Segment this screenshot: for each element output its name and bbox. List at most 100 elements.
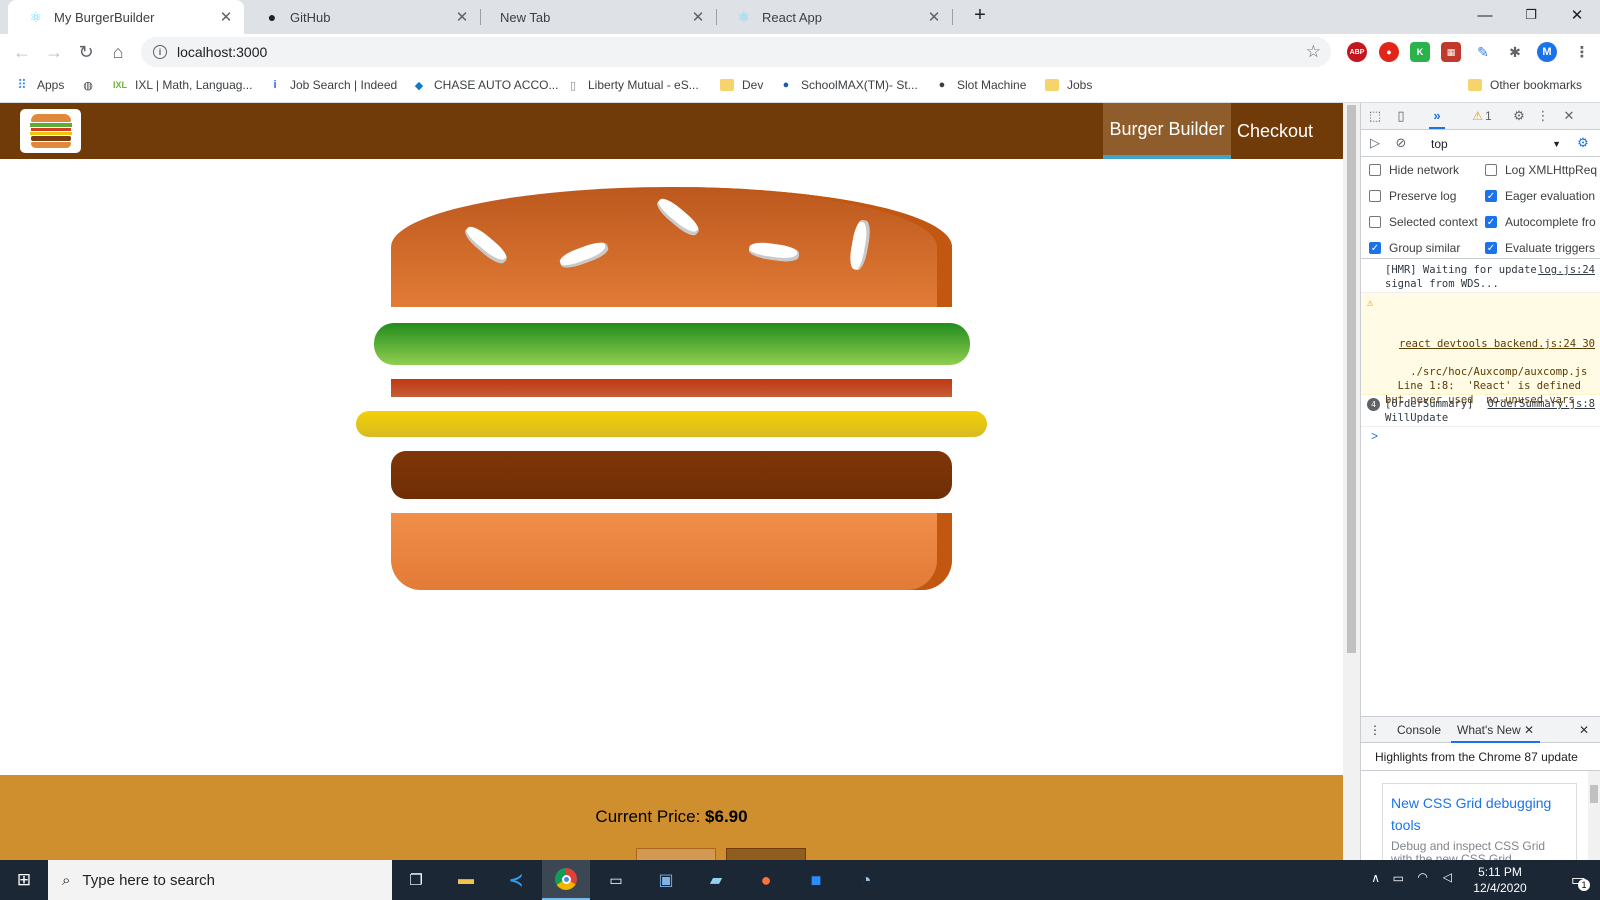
bookmark-apps[interactable]: ⠿ Apps bbox=[15, 77, 64, 92]
tab-my-burgerbuilder[interactable]: ⚛ My BurgerBuilder ✕ bbox=[8, 0, 244, 34]
option-evaluate-triggers[interactable]: ✓ Evaluate triggers bbox=[1485, 241, 1595, 255]
card-title[interactable]: New CSS Grid debugging tools bbox=[1391, 792, 1568, 836]
source-link[interactable]: OrderSummary.js:8 bbox=[1488, 397, 1595, 411]
wifi-icon[interactable]: ◠ bbox=[1418, 870, 1428, 884]
forward-arrow-icon[interactable]: → bbox=[40, 38, 68, 66]
close-tab-icon[interactable]: ✕ bbox=[1524, 723, 1534, 737]
reload-icon[interactable]: ↻ bbox=[72, 38, 100, 66]
checkbox[interactable] bbox=[1369, 190, 1381, 202]
close-window-icon[interactable]: ✕ bbox=[1554, 0, 1600, 30]
bookmark-indeed[interactable]: i Job Search | Indeed bbox=[268, 78, 397, 92]
taskbar-search[interactable]: ⌕ Type here to search bbox=[48, 860, 392, 900]
whats-new-card[interactable]: New CSS Grid debugging tools Debug and i… bbox=[1382, 783, 1577, 860]
bookmark-folder-jobs[interactable]: Jobs bbox=[1045, 78, 1092, 92]
drawer-tab-console[interactable]: Console bbox=[1389, 717, 1449, 743]
option-log-xhr[interactable]: Log XMLHttpReq bbox=[1485, 163, 1597, 177]
close-tab-icon[interactable]: ✕ bbox=[218, 8, 234, 26]
more-button[interactable] bbox=[726, 848, 806, 860]
devtools-menu-icon[interactable]: ⋮ bbox=[1535, 108, 1551, 124]
warning-badge[interactable]: ⚠ 1 bbox=[1469, 108, 1495, 124]
task-view-icon[interactable]: ❐ bbox=[392, 860, 440, 900]
zoom-icon[interactable]: ■ bbox=[792, 860, 840, 900]
checkbox[interactable] bbox=[1369, 216, 1381, 228]
drawer-tab-whats-new[interactable]: What's New ✕ bbox=[1451, 717, 1541, 743]
option-selected-context[interactable]: Selected context bbox=[1369, 215, 1478, 229]
profile-avatar[interactable]: M bbox=[1537, 42, 1557, 62]
scrollbar-thumb[interactable] bbox=[1347, 105, 1356, 653]
firefox-icon[interactable]: ● bbox=[742, 860, 790, 900]
tab-github[interactable]: ● GitHub ✕ bbox=[244, 0, 480, 34]
file-explorer-icon[interactable]: ▬ bbox=[442, 860, 490, 900]
bookmark-schoolmax[interactable]: ● SchoolMAX(TM)- St... bbox=[779, 78, 918, 92]
terminal-icon[interactable]: ▭ bbox=[592, 860, 640, 900]
checkbox[interactable] bbox=[1485, 164, 1497, 176]
chevron-up-icon[interactable]: ∧ bbox=[1371, 871, 1380, 885]
option-preserve-log[interactable]: Preserve log bbox=[1369, 189, 1456, 203]
option-eager-evaluation[interactable]: ✓ Eager evaluation bbox=[1485, 189, 1595, 203]
nav-checkout[interactable]: Checkout bbox=[1231, 103, 1319, 159]
close-tab-icon[interactable]: ✕ bbox=[454, 8, 470, 26]
home-icon[interactable]: ⌂ bbox=[104, 38, 132, 66]
bookmark-ixl[interactable]: IXL IXL | Math, Languag... bbox=[113, 78, 252, 92]
burger-logo[interactable] bbox=[20, 109, 81, 153]
console-prompt[interactable]: > bbox=[1371, 429, 1378, 443]
option-hide-network[interactable]: Hide network bbox=[1369, 163, 1459, 177]
extension-red-icon[interactable]: ● bbox=[1379, 42, 1399, 62]
checkbox[interactable]: ✓ bbox=[1485, 190, 1497, 202]
clock[interactable]: 5:11 PM 12/4/2020 bbox=[1460, 864, 1540, 896]
inspect-element-icon[interactable]: ⬚ bbox=[1367, 108, 1383, 124]
bookmark-globe[interactable]: ◍ bbox=[81, 78, 103, 92]
checkbox[interactable]: ✓ bbox=[1369, 242, 1381, 254]
drawer-menu-icon[interactable]: ⋮ bbox=[1369, 717, 1381, 743]
bookmark-chase[interactable]: ◆ CHASE AUTO ACCO... bbox=[412, 78, 559, 92]
paint-icon[interactable]: ◔ bbox=[842, 860, 890, 900]
adblock-icon[interactable]: ABP bbox=[1347, 42, 1367, 62]
source-link[interactable]: log.js:24 bbox=[1538, 263, 1595, 277]
more-tabs-icon[interactable]: » bbox=[1429, 103, 1445, 129]
minimize-icon[interactable]: — bbox=[1462, 0, 1508, 30]
bookmark-star-icon[interactable]: ☆ bbox=[1306, 42, 1321, 62]
vscode-icon[interactable]: ≺ bbox=[492, 860, 540, 900]
option-autocomplete[interactable]: ✓ Autocomplete fro bbox=[1485, 215, 1596, 229]
close-devtools-icon[interactable]: ✕ bbox=[1561, 108, 1577, 124]
checkbox[interactable]: ✓ bbox=[1485, 242, 1497, 254]
less-button[interactable] bbox=[636, 848, 716, 860]
network-app-icon[interactable]: ▣ bbox=[642, 860, 690, 900]
checkbox[interactable]: ✓ bbox=[1485, 216, 1497, 228]
extension-pen-icon[interactable]: ✎ bbox=[1473, 42, 1493, 62]
option-group-similar[interactable]: ✓ Group similar bbox=[1369, 241, 1460, 255]
extension-k-icon[interactable]: K bbox=[1410, 42, 1430, 62]
console-settings-icon[interactable]: ⚙ bbox=[1575, 135, 1591, 151]
site-info-icon[interactable]: i bbox=[153, 45, 167, 59]
notepad-icon[interactable]: ▰ bbox=[692, 860, 740, 900]
new-tab-button[interactable]: + bbox=[966, 0, 994, 30]
context-selector[interactable]: top ▼ bbox=[1427, 135, 1567, 153]
page-scrollbar[interactable] bbox=[1343, 103, 1360, 860]
address-bar[interactable]: i localhost:3000 ☆ bbox=[141, 37, 1331, 67]
nav-burger-builder[interactable]: Burger Builder bbox=[1103, 103, 1231, 159]
close-tab-icon[interactable]: ✕ bbox=[926, 8, 942, 26]
tab-new-tab[interactable]: New Tab ✕ bbox=[480, 0, 716, 34]
device-toolbar-icon[interactable]: ▯ bbox=[1393, 108, 1409, 124]
clear-console-icon[interactable]: ⊘ bbox=[1393, 135, 1409, 151]
tab-react-app[interactable]: ⚛ React App ✕ bbox=[716, 0, 952, 34]
other-bookmarks[interactable]: Other bookmarks bbox=[1468, 78, 1582, 92]
windows-start-icon[interactable]: ⊞ bbox=[0, 860, 48, 900]
back-arrow-icon[interactable]: ← bbox=[8, 38, 36, 66]
bookmark-slot-machine[interactable]: ● Slot Machine bbox=[935, 78, 1027, 92]
bookmark-folder-dev[interactable]: Dev bbox=[720, 78, 763, 92]
drawer-scrollbar[interactable] bbox=[1588, 771, 1600, 860]
sidebar-toggle-icon[interactable]: ▷ bbox=[1367, 135, 1383, 151]
battery-icon[interactable]: ▭ bbox=[1393, 871, 1404, 885]
extensions-puzzle-icon[interactable]: ✱ bbox=[1505, 42, 1525, 62]
bookmark-liberty-mutual[interactable]: ▯ Liberty Mutual - eS... bbox=[566, 78, 699, 92]
settings-gear-icon[interactable]: ⚙ bbox=[1511, 108, 1527, 124]
chrome-menu-icon[interactable]: ⋮ bbox=[1572, 42, 1592, 62]
extension-grid-icon[interactable]: ▦ bbox=[1441, 42, 1461, 62]
chrome-taskbar-icon[interactable] bbox=[542, 860, 590, 900]
checkbox[interactable] bbox=[1369, 164, 1381, 176]
source-link[interactable]: react devtools backend.js:24 30 bbox=[1385, 337, 1595, 351]
restore-icon[interactable]: ❐ bbox=[1508, 0, 1554, 30]
close-drawer-icon[interactable]: ✕ bbox=[1579, 717, 1589, 743]
volume-icon[interactable]: ◁ bbox=[1443, 870, 1452, 884]
